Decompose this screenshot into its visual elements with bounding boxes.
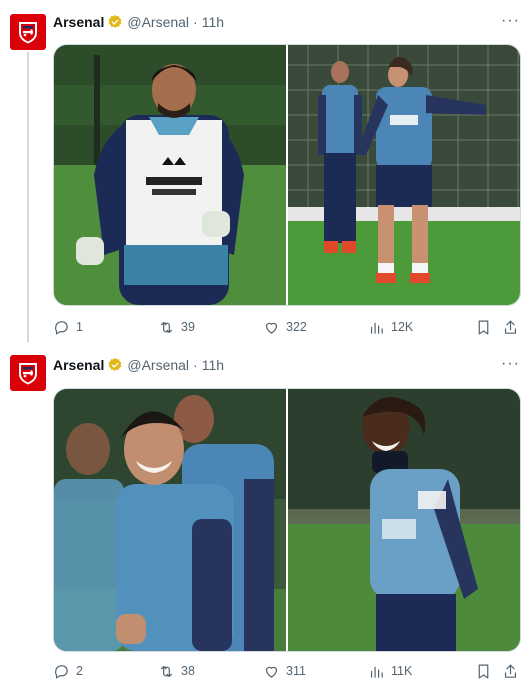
training-photo-laughing-player[interactable] — [288, 389, 520, 651]
bookmark-button[interactable] — [475, 663, 492, 680]
like-button[interactable]: 311 — [263, 663, 306, 680]
like-count: 322 — [286, 320, 307, 334]
media-grid — [53, 44, 521, 306]
reply-count: 2 — [76, 664, 83, 678]
more-options-icon[interactable]: ··· — [501, 355, 520, 373]
reply-icon — [55, 320, 68, 334]
retweet-button[interactable]: 38 — [158, 663, 195, 680]
verified-badge-icon — [107, 14, 123, 30]
bookmark-button[interactable] — [475, 319, 492, 336]
analytics-icon — [370, 666, 383, 678]
heart-icon — [265, 322, 278, 334]
view-count: 11K — [391, 664, 413, 678]
reply-button[interactable]: 1 — [53, 319, 83, 336]
timestamp[interactable]: 11h — [202, 14, 224, 30]
verified-badge-icon — [107, 357, 123, 373]
retweet-icon — [160, 321, 173, 333]
author-name[interactable]: Arsenal — [53, 357, 104, 373]
author-handle[interactable]: @Arsenal — [127, 357, 189, 373]
share-icon — [504, 320, 517, 334]
views-button[interactable]: 11K — [368, 663, 412, 680]
bookmark-icon — [478, 664, 489, 678]
share-icon — [504, 664, 517, 678]
training-photo-smiling-player[interactable] — [54, 389, 286, 651]
retweet-count: 38 — [181, 664, 195, 678]
media-grid — [53, 388, 521, 652]
training-photo-goalkeeper-bib[interactable] — [54, 45, 286, 305]
separator-dot: · — [193, 14, 198, 30]
training-photo-players-pitch[interactable] — [288, 45, 520, 305]
avatar[interactable] — [10, 355, 46, 391]
arsenal-crest-icon — [19, 22, 37, 44]
share-button[interactable] — [502, 663, 519, 680]
timestamp[interactable]: 11h — [202, 357, 224, 373]
tweet-actions: 2 38 311 11K — [53, 661, 519, 681]
like-count: 311 — [286, 664, 306, 678]
tweet-header: Arsenal @Arsenal · 11h ··· — [53, 12, 520, 32]
analytics-icon — [370, 322, 383, 334]
more-options-icon[interactable]: ··· — [501, 12, 520, 30]
like-button[interactable]: 322 — [263, 319, 307, 336]
reply-count: 1 — [76, 320, 83, 334]
separator-dot: · — [193, 357, 198, 373]
tweet-1[interactable]: Arsenal @Arsenal · 11h ··· 1 39 322 12K — [0, 10, 530, 345]
arsenal-crest-icon — [19, 363, 37, 385]
share-button[interactable] — [502, 319, 519, 336]
retweet-count: 39 — [181, 320, 195, 334]
bookmark-icon — [478, 320, 489, 334]
tweet-actions: 1 39 322 12K — [53, 317, 519, 337]
avatar[interactable] — [10, 14, 46, 50]
author-handle[interactable]: @Arsenal — [127, 14, 189, 30]
tweet-2[interactable]: Arsenal @Arsenal · 11h ··· 2 38 311 11K — [0, 345, 530, 685]
heart-icon — [265, 666, 278, 678]
reply-icon — [55, 664, 68, 678]
views-button[interactable]: 12K — [368, 319, 413, 336]
author-name[interactable]: Arsenal — [53, 14, 104, 30]
retweet-button[interactable]: 39 — [158, 319, 195, 336]
tweet-header: Arsenal @Arsenal · 11h ··· — [53, 355, 520, 375]
retweet-icon — [160, 665, 173, 677]
view-count: 12K — [391, 320, 414, 334]
reply-button[interactable]: 2 — [53, 663, 83, 680]
